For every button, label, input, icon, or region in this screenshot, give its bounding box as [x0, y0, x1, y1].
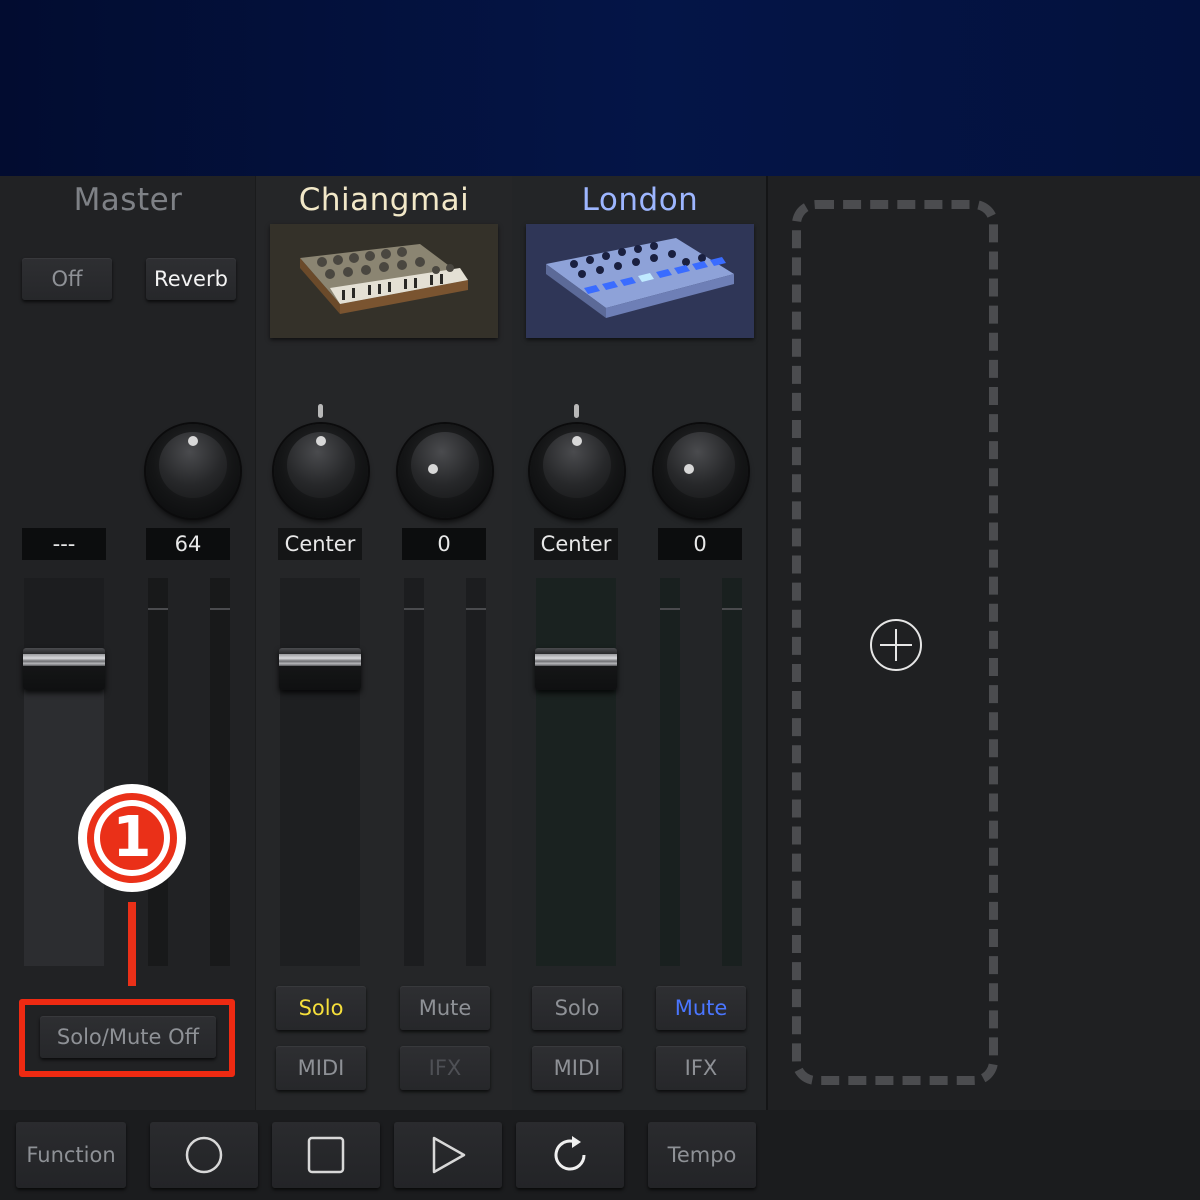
- stop-icon: [307, 1136, 345, 1174]
- top-bar: [0, 0, 1200, 176]
- loop-icon: [554, 1136, 586, 1171]
- london-drum-machine-thumbnail[interactable]: [526, 224, 754, 338]
- pan-center-tick: [574, 404, 579, 418]
- annotation-connector: [128, 902, 136, 986]
- function-button[interactable]: Function: [16, 1122, 126, 1188]
- chiangmai-pan-knob[interactable]: [274, 424, 368, 518]
- london-send-readout: 0: [658, 528, 742, 560]
- strip-title: Chiangmai: [298, 182, 470, 218]
- chiangmai-synth-thumbnail[interactable]: [270, 224, 498, 338]
- strip-title: London: [581, 182, 699, 218]
- add-track-plus-icon[interactable]: [868, 617, 924, 677]
- london-pan-readout: Center: [534, 528, 618, 560]
- transport-bar: Function Tempo: [0, 1110, 1200, 1200]
- london-fader-handle[interactable]: [535, 648, 617, 690]
- stop-button[interactable]: [272, 1122, 380, 1188]
- london-mute-button[interactable]: Mute: [656, 986, 746, 1030]
- master-meter-left: [148, 578, 168, 966]
- annotation-highlight-box: [19, 999, 235, 1077]
- london-ifx-button[interactable]: IFX: [656, 1046, 746, 1090]
- play-button[interactable]: [394, 1122, 502, 1188]
- london-meter-left: [660, 578, 680, 966]
- london-send-knob[interactable]: [654, 424, 748, 518]
- master-readout-right: 64: [146, 528, 230, 560]
- chiangmai-strip: Chiangmai Center 0 Solo Mute MIDI IFX: [256, 176, 512, 1110]
- chiangmai-mute-button[interactable]: Mute: [400, 986, 490, 1030]
- chiangmai-meter-right: [466, 578, 486, 966]
- master-fader-handle[interactable]: [23, 648, 105, 690]
- mixer-panel: Master Off Reverb --- 64 Solo/Mute Off C…: [0, 176, 768, 1110]
- chiangmai-fader-track[interactable]: [280, 578, 360, 966]
- london-pan-knob[interactable]: [530, 424, 624, 518]
- london-solo-button[interactable]: Solo: [532, 986, 622, 1030]
- play-icon: [432, 1136, 466, 1174]
- knob-indicator: [428, 464, 438, 474]
- chiangmai-send-knob[interactable]: [398, 424, 492, 518]
- master-fader-track[interactable]: [24, 578, 104, 966]
- annotation-number: 1: [100, 806, 164, 870]
- knob-indicator: [684, 464, 694, 474]
- circle-icon: [185, 1136, 223, 1174]
- strip-title: Master: [73, 182, 183, 218]
- london-strip: London Center 0 Solo Mute MIDI IFX: [512, 176, 768, 1110]
- master-reverb-knob[interactable]: [146, 424, 240, 518]
- loop-button[interactable]: [516, 1122, 624, 1188]
- london-midi-button[interactable]: MIDI: [532, 1046, 622, 1090]
- master-readout-left: ---: [22, 528, 106, 560]
- knob-indicator: [572, 436, 582, 446]
- chiangmai-pan-readout: Center: [278, 528, 362, 560]
- chiangmai-solo-button[interactable]: Solo: [276, 986, 366, 1030]
- chiangmai-ifx-button[interactable]: IFX: [400, 1046, 490, 1090]
- london-meter-right: [722, 578, 742, 966]
- chiangmai-send-readout: 0: [402, 528, 486, 560]
- knob-indicator: [316, 436, 326, 446]
- chiangmai-meter-left: [404, 578, 424, 966]
- master-meter-right: [210, 578, 230, 966]
- master-fx-reverb-button[interactable]: Reverb: [146, 258, 236, 300]
- london-fader-track[interactable]: [536, 578, 616, 966]
- record-button[interactable]: [150, 1122, 258, 1188]
- chiangmai-midi-button[interactable]: MIDI: [276, 1046, 366, 1090]
- tempo-button[interactable]: Tempo: [648, 1122, 756, 1188]
- chiangmai-fader-handle[interactable]: [279, 648, 361, 690]
- master-fx-off-button[interactable]: Off: [22, 258, 112, 300]
- pan-center-tick: [318, 404, 323, 418]
- annotation-number-badge: 1: [78, 784, 186, 892]
- knob-indicator: [188, 436, 198, 446]
